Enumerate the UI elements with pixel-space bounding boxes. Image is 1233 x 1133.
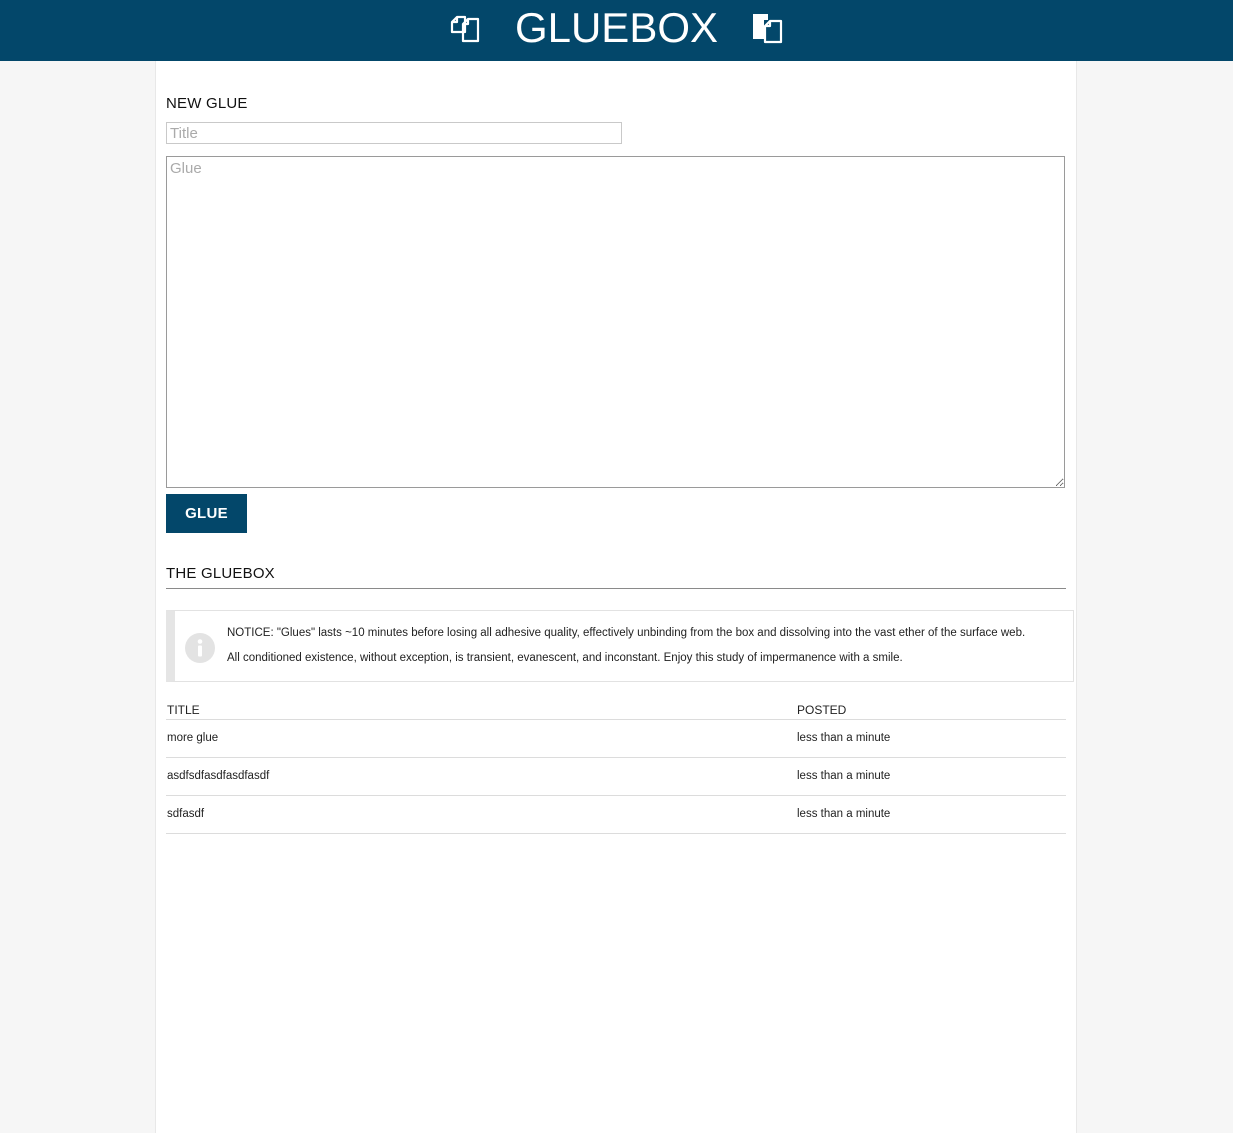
- new-glue-heading: NEW GLUE: [166, 95, 248, 112]
- glues-table: TITLE POSTED more glue less than a minut…: [166, 700, 1066, 834]
- glue-posted-cell: less than a minute: [797, 770, 891, 782]
- gluebox-heading: THE GLUEBOX: [166, 565, 275, 582]
- glue-posted-cell: less than a minute: [797, 808, 891, 820]
- divider: [166, 588, 1066, 589]
- table-row[interactable]: more glue less than a minute: [166, 720, 1066, 758]
- glue-button[interactable]: GLUE: [166, 494, 247, 533]
- glue-title-cell[interactable]: sdfasdf: [167, 808, 204, 820]
- table-row[interactable]: asdfsdfasdfasdfasdf less than a minute: [166, 758, 1066, 796]
- notice-text-line-1: NOTICE: "Glues" lasts ~10 minutes before…: [227, 627, 1026, 639]
- paste-icon[interactable]: [751, 12, 783, 44]
- table-header: TITLE POSTED: [166, 700, 1066, 720]
- title-input[interactable]: [166, 122, 622, 144]
- glue-title-cell[interactable]: more glue: [167, 732, 218, 744]
- table-row[interactable]: sdfasdf less than a minute: [166, 796, 1066, 834]
- glue-posted-cell: less than a minute: [797, 732, 891, 744]
- notice-box: NOTICE: "Glues" lasts ~10 minutes before…: [166, 610, 1074, 682]
- glue-textarea[interactable]: [166, 156, 1065, 488]
- header-bar: GLUEBOX: [0, 0, 1233, 61]
- main-panel: NEW GLUE GLUE THE GLUEBOX NOTICE: "Glues…: [155, 61, 1077, 1133]
- info-icon: [185, 633, 215, 663]
- copy-icon[interactable]: [449, 12, 481, 44]
- column-header-posted: POSTED: [797, 703, 847, 717]
- column-header-title: TITLE: [167, 703, 200, 717]
- brand-title[interactable]: GLUEBOX: [500, 4, 733, 52]
- notice-text-line-2: All conditioned existence, without excep…: [227, 652, 903, 664]
- glue-title-cell[interactable]: asdfsdfasdfasdfasdf: [167, 770, 269, 782]
